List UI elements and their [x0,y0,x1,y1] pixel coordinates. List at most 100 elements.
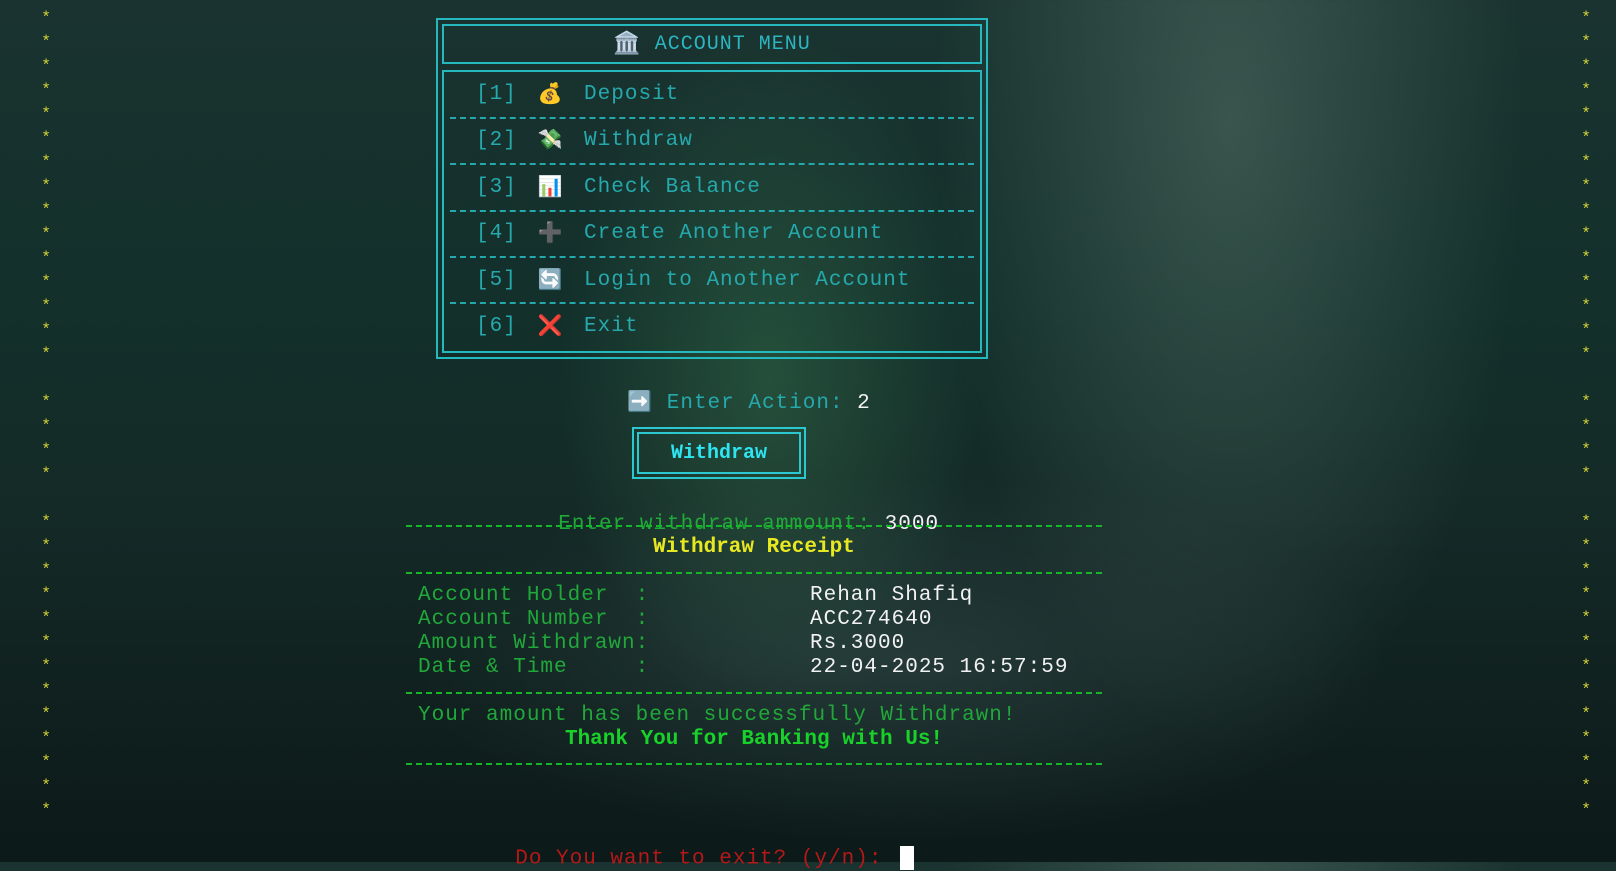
menu-item-label: Login to Another Account [584,268,911,292]
menu-item-login-another[interactable]: [5] 🔄 Login to Another Account [476,265,910,295]
menu-item-key: [1] [476,82,517,106]
star-decoration: * [41,681,51,699]
star-decoration: * [1581,801,1591,819]
star-decoration: * [1581,153,1591,171]
star-decoration: * [41,345,51,363]
star-decoration: * [41,801,51,819]
refresh-icon: 🔄 [537,270,564,293]
cross-icon: ❌ [537,316,564,339]
menu-item-label: Check Balance [584,175,761,199]
star-decoration: * [41,537,51,555]
star-decoration: * [41,273,51,291]
action-input-value[interactable]: 2 [857,392,871,415]
star-decoration: * [1581,297,1591,315]
star-decoration: * [41,321,51,339]
star-decoration: * [1581,393,1591,411]
menu-item-key: [2] [476,128,517,152]
menu-options: [1] 💰 Deposit [2] 💸 Withdraw [3] 📊 Check… [442,70,982,353]
star-decoration: * [1581,537,1591,555]
menu-item-key: [6] [476,314,517,338]
star-decoration: * [1581,249,1591,267]
exit-prompt-label: Do You want to exit? (y/n): [515,847,897,871]
star-decoration: * [41,729,51,747]
money-bag-icon: 💰 [537,84,564,107]
star-decoration: * [41,513,51,531]
menu-item-create-account[interactable]: [4] ➕ Create Another Account [476,218,883,248]
star-decoration: * [1581,321,1591,339]
menu-divider [450,256,974,258]
star-decoration: * [1581,441,1591,459]
thanks-message: Thank You for Banking with Us! [564,728,944,751]
star-decoration: * [41,585,51,603]
star-decoration: * [41,57,51,75]
money-wings-icon: 💸 [537,130,564,153]
receipt-divider [406,763,1102,765]
receipt-row-value: ACC274640 [810,608,933,631]
star-decoration: * [41,81,51,99]
star-decoration: * [41,657,51,675]
bank-icon: 🏛️ [613,32,641,57]
star-decoration: * [1581,81,1591,99]
menu-item-exit[interactable]: [6] ❌ Exit [476,311,638,341]
star-decoration: * [41,417,51,435]
terminal-cursor[interactable] [900,846,915,870]
left-star-border: ********************************** [36,6,56,822]
star-decoration: * [41,441,51,459]
section-title-text: Withdraw [670,441,767,465]
receipt-title: Withdraw Receipt [653,536,855,559]
menu-item-withdraw[interactable]: [2] 💸 Withdraw [476,125,693,155]
star-decoration: * [41,393,51,411]
star-decoration: * [1581,57,1591,75]
star-decoration: * [1581,705,1591,723]
receipt-row-value: 22-04-2025 16:57:59 [810,656,1069,679]
star-decoration: * [1581,609,1591,627]
menu-item-check-balance[interactable]: [3] 📊 Check Balance [476,172,761,202]
menu-divider [450,163,974,165]
star-decoration: * [41,153,51,171]
star-decoration: * [1581,513,1591,531]
menu-item-key: [5] [476,268,517,292]
star-decoration: * [41,129,51,147]
star-decoration: * [41,633,51,651]
bar-chart-icon: 📊 [537,177,564,200]
star-decoration: * [41,465,51,483]
menu-item-key: [3] [476,175,517,199]
star-decoration: * [1581,777,1591,795]
menu-item-label: Deposit [584,82,680,106]
receipt-divider [406,572,1102,574]
plus-icon: ➕ [537,223,564,246]
star-decoration: * [41,297,51,315]
star-decoration: * [1581,201,1591,219]
star-decoration: * [1581,225,1591,243]
receipt-divider [406,525,1102,527]
account-menu: 🏛️ ACCOUNT MENU [1] 💰 Deposit [2] 💸 With… [436,18,988,359]
menu-item-label: Exit [584,314,639,338]
star-decoration: * [1581,345,1591,363]
withdraw-amount-prompt: Enter withdraw ammount: 3000 [531,490,939,536]
star-decoration: * [1581,657,1591,675]
action-prompt: ➡️ Enter Action: 2 [600,366,871,415]
receipt-row-label: Account Holder : [418,584,650,607]
star-decoration: * [41,201,51,219]
menu-item-deposit[interactable]: [1] 💰 Deposit [476,79,679,109]
receipt-row-value: Rs.3000 [810,632,906,655]
action-prompt-label: Enter Action: [666,392,858,415]
receipt-row-label: Date & Time : [418,656,650,679]
arrow-right-icon: ➡️ [627,392,654,415]
star-decoration: * [41,177,51,195]
star-decoration: * [41,33,51,51]
receipt-row-value: Rehan Shafiq [810,584,974,607]
star-decoration: * [1581,585,1591,603]
star-decoration: * [41,225,51,243]
star-decoration: * [41,777,51,795]
star-decoration: * [41,609,51,627]
success-message: Your amount has been successfully Withdr… [418,704,1017,727]
menu-item-key: [4] [476,221,517,245]
star-decoration: * [1581,177,1591,195]
withdraw-section-title: Withdraw [632,427,806,479]
right-star-border: ********************************** [1576,6,1596,822]
menu-header: 🏛️ ACCOUNT MENU [442,24,982,64]
star-decoration: * [1581,9,1591,27]
star-decoration: * [41,705,51,723]
star-decoration: * [1581,417,1591,435]
